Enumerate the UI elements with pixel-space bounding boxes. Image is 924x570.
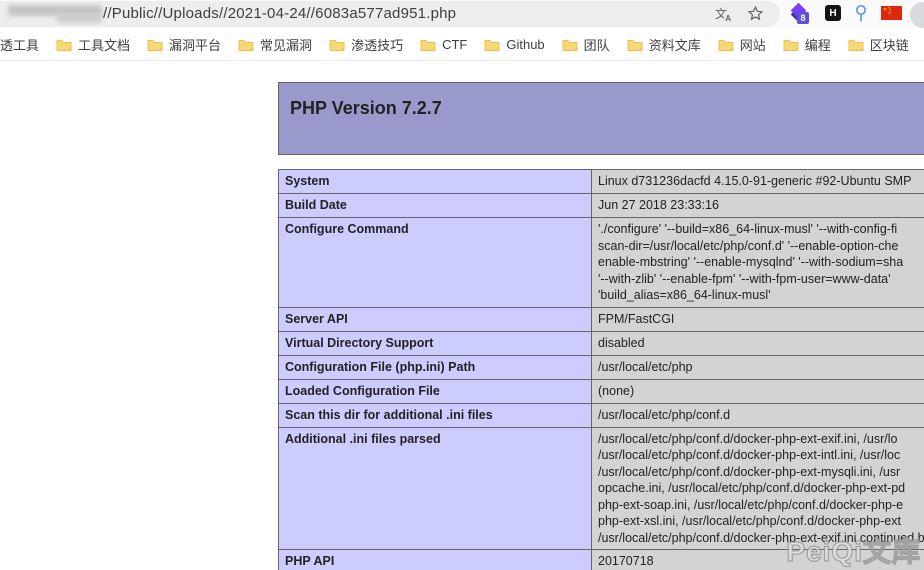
bookmark-label: 编程 (804, 37, 831, 53)
info-row: Loaded Configuration File (none) (278, 378, 924, 404)
folder-icon (147, 38, 163, 51)
bookmark-item[interactable]: 漏洞平台 (147, 35, 221, 54)
bookmark-item[interactable]: CTF (420, 37, 467, 52)
folder-icon (783, 38, 799, 51)
page-title: PHP Version 7.2.7 (290, 98, 442, 118)
bookmark-label: Github (506, 36, 545, 52)
bookmark-item[interactable]: 工具文档 (56, 35, 130, 54)
info-label: Configuration File (php.ini) Path (278, 354, 592, 380)
info-row: Configuration File (php.ini) Path/usr/lo… (278, 354, 924, 380)
bookmark-label: 渗透技巧 (351, 37, 404, 53)
info-value: /usr/local/etc/php (591, 354, 924, 380)
bookmark-item[interactable]: 透工具 (0, 35, 39, 54)
folder-icon (562, 38, 578, 51)
folder-icon (627, 38, 643, 51)
bookmark-label: CTF (442, 36, 468, 52)
info-value: /usr/local/etc/php/conf.d (591, 402, 924, 428)
info-row: System Linux d731236dacfd 4.15.0-91-gener… (278, 169, 924, 194)
phpinfo-table: System Linux d731236dacfd 4.15.0-91-gener… (278, 169, 924, 570)
url-text[interactable]: //Public//Uploads//2021-04-24//6083a577a… (103, 5, 456, 22)
info-value: disabled (591, 330, 924, 356)
info-label: System (278, 169, 592, 194)
phpinfo-header: PHP Version 7.2.7 (278, 82, 924, 155)
folder-icon (56, 38, 72, 51)
info-value: (none) (591, 378, 924, 404)
info-value: Linux d731236dacfd 4.15.0-91-generic #92… (591, 169, 924, 194)
bookmark-label: 透工具 (0, 37, 40, 53)
bookmark-item[interactable]: 资料文库 (627, 35, 701, 54)
bookmark-label: 团队 (583, 37, 610, 53)
h-extension-icon[interactable]: H (825, 5, 841, 21)
info-row: Build Date Jun 27 2018 23:33:16 (278, 193, 924, 218)
bookmark-label: 漏洞平台 (169, 37, 222, 53)
info-label: Server API (278, 306, 592, 332)
pin-extension-icon[interactable] (854, 4, 868, 23)
folder-icon (420, 38, 436, 51)
bookmark-item[interactable]: 网站 (718, 35, 766, 54)
info-label: PHP API (278, 549, 592, 570)
folder-icon (238, 38, 254, 51)
bookmark-star-icon[interactable] (746, 4, 764, 22)
browser-toolbar: //Public//Uploads//2021-04-24//6083a577a… (0, 0, 924, 28)
bookmark-label: 区块链 (869, 37, 909, 53)
info-row: Scan this dir for additional .ini files /… (278, 402, 924, 428)
bookmark-label: 工具文档 (78, 37, 131, 53)
info-label: Scan this dir for additional .ini files (278, 402, 592, 428)
info-row: Server API FPM/FastCGI (278, 306, 924, 332)
bookmark-item[interactable]: 团队 (562, 35, 610, 54)
info-row: Virtual Directory Support disabled (278, 330, 924, 356)
info-label: Virtual Directory Support (278, 330, 592, 356)
bookmark-label: 资料文库 (648, 37, 701, 53)
folder-icon (484, 38, 500, 51)
bookmark-item[interactable]: 常见漏洞 (238, 35, 312, 54)
address-bar[interactable]: //Public//Uploads//2021-04-24//6083a577a… (0, 1, 780, 27)
extension-badge: 8 (797, 12, 809, 24)
info-label: Loaded Configuration File (278, 378, 592, 404)
bookmark-label: 常见漏洞 (260, 37, 313, 53)
info-value: FPM/FastCGI (591, 306, 924, 332)
bookmark-label: 网站 (739, 37, 766, 53)
bookmark-item[interactable]: 区块链 (848, 35, 909, 54)
folder-icon (848, 38, 864, 51)
info-value: Jun 27 2018 23:33:16 (591, 193, 924, 218)
watermark: PeiQi文库 (786, 535, 921, 567)
redacted-url-blur (57, 14, 102, 23)
info-label: Build Date (278, 193, 592, 218)
profile-avatar[interactable] (910, 2, 924, 28)
bookmark-item[interactable]: 渗透技巧 (329, 35, 403, 54)
info-value: './configure' '--build=x86_64-linux-musl… (591, 217, 924, 308)
bookmarks-bar: 透工具 工具文档 漏洞平台 常见漏洞 渗透技巧 CTF Github 团队 资料文库 网站 编程 区块… (0, 28, 924, 61)
info-row: Configure Command './configure' '--build=… (278, 217, 924, 308)
purple-stack-extension-icon[interactable]: 8 (789, 2, 809, 24)
translate-icon[interactable]: 文 A (712, 5, 732, 23)
folder-icon (329, 38, 345, 51)
info-label: Additional .ini files parsed (278, 426, 592, 550)
bookmark-item[interactable]: Github (484, 36, 545, 52)
bookmark-item[interactable]: 编程 (783, 35, 831, 54)
china-flag-extension-icon[interactable] (881, 6, 902, 20)
info-label: Configure Command (278, 217, 592, 308)
folder-icon (718, 38, 734, 51)
